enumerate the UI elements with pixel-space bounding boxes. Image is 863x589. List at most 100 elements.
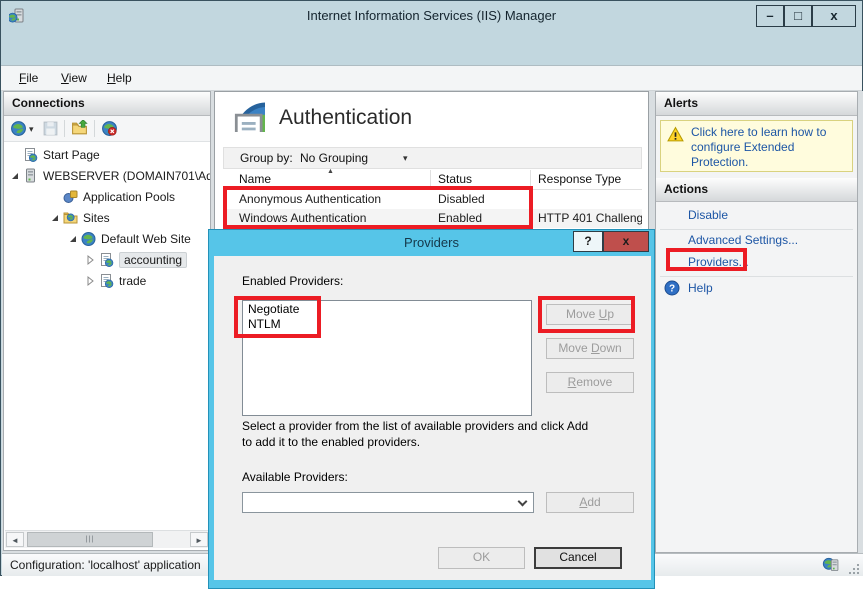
application-icon xyxy=(98,252,115,268)
tree-item-sites[interactable]: Sites xyxy=(44,207,210,228)
menu-view-key: V xyxy=(61,71,69,85)
server-icon xyxy=(22,168,39,184)
toolbar-separator xyxy=(64,120,65,137)
feature-title: Authentication xyxy=(279,106,412,130)
tree-item-accounting[interactable]: accounting xyxy=(80,249,210,270)
available-providers-label: Available Providers: xyxy=(242,470,348,484)
tree-item-label: Default Web Site xyxy=(101,232,191,246)
action-disable[interactable]: Disable xyxy=(688,208,728,222)
alert-box[interactable]: Click here to learn how to configure Ext… xyxy=(660,120,853,172)
authentication-feature-icon xyxy=(231,98,265,132)
expander-expanded-icon[interactable] xyxy=(66,233,80,245)
tree-item-application-pools[interactable]: Application Pools xyxy=(44,186,210,207)
horizontal-scrollbar[interactable]: ◄ ||| ► xyxy=(5,530,209,548)
tree-item-trade[interactable]: trade xyxy=(80,270,210,291)
column-status[interactable]: Status xyxy=(438,172,472,186)
connect-server-icon[interactable] xyxy=(10,120,27,137)
scroll-right-icon[interactable]: ► xyxy=(190,532,208,547)
actions-header: Actions xyxy=(656,178,857,202)
providers-dialog: Providers ? x Enabled Providers: Negotia… xyxy=(208,229,655,589)
remove-button[interactable]: Remove xyxy=(546,372,634,393)
available-providers-dropdown[interactable] xyxy=(242,492,534,513)
start-page-icon xyxy=(22,147,39,163)
minimize-button[interactable]: – xyxy=(756,5,784,27)
menu-help-key: H xyxy=(107,71,116,85)
sort-ascending-icon: ▲ xyxy=(327,168,334,175)
close-button[interactable]: x xyxy=(812,5,856,27)
menu-bar: File View Help xyxy=(1,65,862,91)
enabled-providers-label: Enabled Providers: xyxy=(242,274,343,288)
connections-toolbar: ▾ xyxy=(4,116,210,142)
move-down-button[interactable]: Move Down xyxy=(546,338,634,359)
scroll-left-icon[interactable]: ◄ xyxy=(6,532,24,547)
group-by-dropdown[interactable]: No Grouping xyxy=(300,148,368,168)
tree-item-start-page[interactable]: Start Page xyxy=(4,144,210,165)
action-advanced-settings[interactable]: Advanced Settings... xyxy=(688,233,798,247)
dialog-help-button[interactable]: ? xyxy=(573,231,603,252)
scrollbar-thumb[interactable]: ||| xyxy=(27,532,153,547)
label-part: own xyxy=(600,341,622,355)
cancel-button[interactable]: Cancel xyxy=(534,547,622,569)
connect-caret-icon[interactable]: ▾ xyxy=(29,124,34,135)
add-button[interactable]: Add xyxy=(546,492,634,513)
connections-tree: Start Page WEBSERVER (DOMAIN701\Ad Appli… xyxy=(4,144,210,291)
group-by-label: Group by: xyxy=(240,148,293,168)
title-bar[interactable]: Internet Information Services (IIS) Mana… xyxy=(1,1,862,31)
actions-divider xyxy=(660,229,853,230)
resize-grip[interactable] xyxy=(847,562,859,574)
folder-up-icon[interactable] xyxy=(71,120,88,137)
group-by-caret-icon[interactable]: ▾ xyxy=(403,148,408,168)
tree-item-label: trade xyxy=(119,274,146,288)
annotation-auth-rows xyxy=(223,186,533,229)
column-name[interactable]: Name xyxy=(239,172,271,186)
screenshot-root: Internet Information Services (IIS) Mana… xyxy=(0,0,863,589)
remove-connection-icon[interactable] xyxy=(101,120,118,137)
menu-help-rest: elp xyxy=(116,71,132,85)
actions-divider xyxy=(660,276,853,277)
expander-expanded-icon[interactable] xyxy=(8,170,22,182)
expander-spacer xyxy=(48,191,62,203)
tree-item-label: Start Page xyxy=(43,148,100,162)
application-icon xyxy=(98,273,115,289)
annotation-negotiate-ntlm xyxy=(234,296,321,338)
expander-collapsed-icon[interactable] xyxy=(84,275,98,287)
tree-item-default-web-site[interactable]: Default Web Site xyxy=(62,228,210,249)
label-part: D xyxy=(591,341,600,355)
web-site-globe-icon xyxy=(80,231,97,247)
expander-expanded-icon[interactable] xyxy=(48,212,62,224)
label-part: dd xyxy=(587,495,600,509)
application-pools-icon xyxy=(62,189,79,205)
label-part: R xyxy=(568,375,577,389)
tree-item-webserver[interactable]: WEBSERVER (DOMAIN701\Ad xyxy=(4,165,210,186)
menu-view[interactable]: View xyxy=(53,66,95,91)
expander-collapsed-icon[interactable] xyxy=(84,254,98,266)
status-text: Configuration: 'localhost' application xyxy=(10,554,201,576)
expander-spacer xyxy=(8,149,22,161)
actions-panel: Alerts Click here to learn how to config… xyxy=(655,91,858,553)
label-part: emove xyxy=(576,375,612,389)
label-part: Move xyxy=(558,341,591,355)
alerts-header: Alerts xyxy=(656,92,857,116)
alert-link[interactable]: Click here to learn how to configure Ext… xyxy=(691,125,849,170)
sites-folder-icon xyxy=(62,210,79,226)
tree-item-label: Application Pools xyxy=(83,190,175,204)
dialog-close-button[interactable]: x xyxy=(603,231,649,252)
menu-file[interactable]: File xyxy=(11,66,46,91)
action-help[interactable]: Help xyxy=(688,281,713,295)
save-icon[interactable] xyxy=(42,120,59,137)
menu-help[interactable]: Help xyxy=(99,66,140,91)
tree-item-label: Sites xyxy=(83,211,110,225)
chevron-down-icon xyxy=(518,497,528,507)
address-bar: ▸ WEBSERVER ▸ Sites ▸ Default Web Site ▸… xyxy=(1,31,862,65)
connections-panel: Connections ▾ xyxy=(3,91,211,551)
help-icon[interactable] xyxy=(664,280,680,296)
ok-button[interactable]: OK xyxy=(438,547,525,569)
menu-view-rest: iew xyxy=(69,71,87,85)
column-response-type[interactable]: Response Type xyxy=(538,172,621,186)
annotation-providers-action xyxy=(666,248,747,271)
window-title: Internet Information Services (IIS) Mana… xyxy=(1,1,862,31)
maximize-button[interactable]: □ xyxy=(784,5,812,27)
tree-item-label: WEBSERVER (DOMAIN701\Ad xyxy=(43,169,210,183)
cell-response: HTTP 401 Challeng xyxy=(538,209,642,228)
iis-status-icon xyxy=(822,557,839,574)
